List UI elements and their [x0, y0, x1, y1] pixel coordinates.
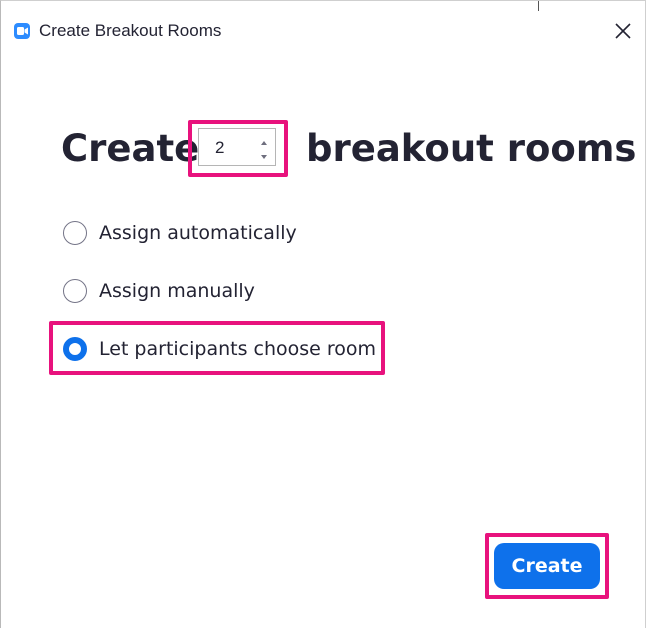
option-label: Assign automatically	[99, 222, 297, 244]
radio-assign-automatically[interactable]	[63, 221, 87, 245]
title-bar: Create Breakout Rooms	[1, 1, 645, 47]
heading-breakout-rooms: breakout rooms	[306, 127, 637, 170]
option-label: Assign manually	[99, 280, 255, 302]
radio-let-participants-choose[interactable]	[63, 337, 87, 361]
create-button[interactable]: Create	[494, 543, 600, 589]
room-count-stepper[interactable]	[198, 128, 276, 166]
radio-assign-manually[interactable]	[63, 279, 87, 303]
heading-create: Create	[61, 127, 200, 170]
option-label: Let participants choose room	[99, 338, 377, 360]
create-breakout-rooms-dialog: Create Breakout Rooms Create breakout ro…	[0, 0, 646, 628]
room-count-input[interactable]	[213, 137, 247, 159]
chevron-up-icon[interactable]	[259, 135, 269, 145]
close-icon[interactable]	[611, 19, 635, 43]
zoom-camera-icon	[14, 23, 30, 39]
chevron-down-icon[interactable]	[259, 149, 269, 159]
window-title: Create Breakout Rooms	[39, 21, 222, 40]
